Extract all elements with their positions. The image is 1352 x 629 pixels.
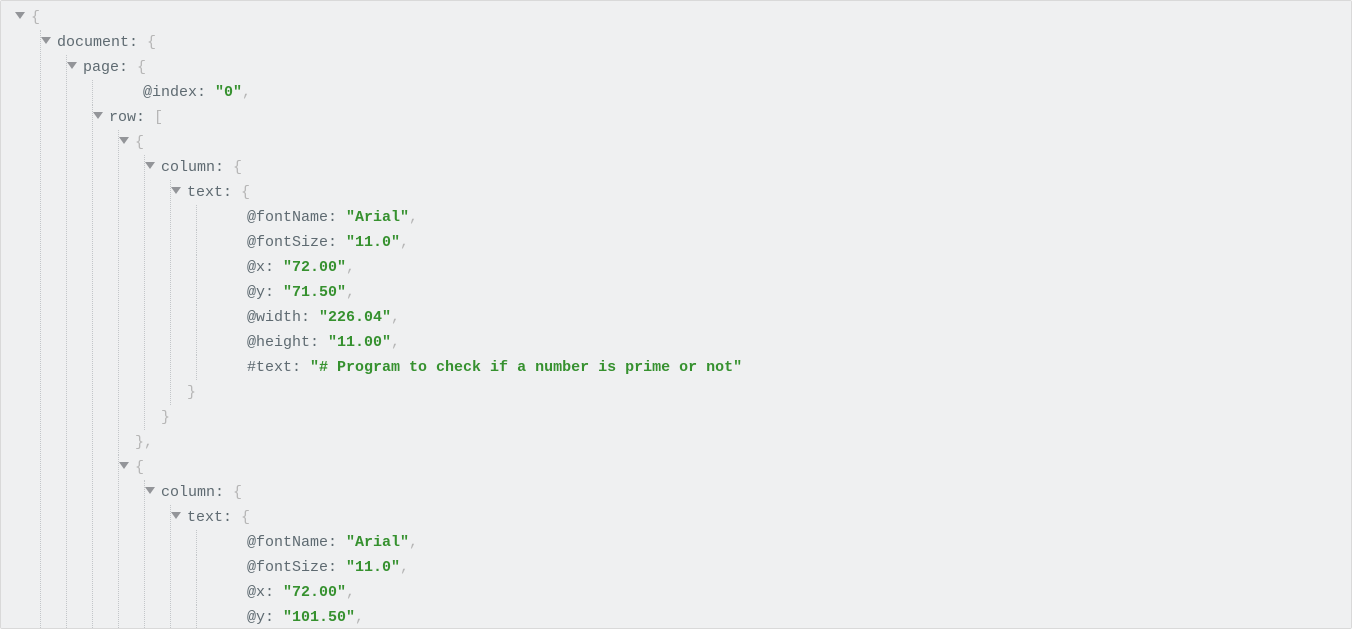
- node-column: column: {: [135, 155, 1351, 430]
- key-row[interactable]: column: {: [161, 480, 1351, 505]
- node-document: document: { page: {: [31, 30, 1351, 629]
- key-row[interactable]: row: [: [109, 105, 1351, 130]
- key-value-row[interactable]: @index: "0" ,: [109, 80, 1351, 105]
- key-value-row[interactable]: @fontSize: "11.0",: [213, 555, 1351, 580]
- leaf-index: @index: "0" ,: [83, 80, 1351, 105]
- key-row[interactable]: text: {: [187, 180, 1351, 205]
- node-text: text: { @fontName: "Arial",: [161, 180, 1351, 405]
- caret-icon[interactable]: [145, 162, 155, 169]
- brace-open[interactable]: {: [135, 130, 1351, 155]
- node-row-item-1: { column:: [109, 455, 1351, 629]
- leaf-height: @height: "11.00",: [187, 330, 1351, 355]
- caret-icon[interactable]: [119, 137, 129, 144]
- key-row[interactable]: page: {: [83, 55, 1351, 80]
- brace-close[interactable]: }: [161, 405, 1351, 430]
- key-value-row[interactable]: @height: "11.00",: [213, 330, 1351, 355]
- key-value-row[interactable]: @fontName: "Arial",: [213, 530, 1351, 555]
- leaf-y: @y: "71.50",: [187, 280, 1351, 305]
- leaf-text: #text: "# Program to check if a number i…: [187, 355, 1351, 380]
- node-text: text: { @fontName: "Arial",: [161, 505, 1351, 629]
- node-column: column: {: [135, 480, 1351, 629]
- key-value-row[interactable]: @fontName: "Arial",: [213, 205, 1351, 230]
- brace-open[interactable]: {: [31, 5, 1351, 30]
- node-row-array: row: [ {: [83, 105, 1351, 629]
- leaf-fontName: @fontName: "Arial",: [187, 205, 1351, 230]
- caret-icon[interactable]: [171, 512, 181, 519]
- key-row[interactable]: document: {: [57, 30, 1351, 55]
- key-value-row[interactable]: @fontSize: "11.0",: [213, 230, 1351, 255]
- leaf-width: @width: "226.04",: [187, 305, 1351, 330]
- node-page: page: { @index: "0": [57, 55, 1351, 629]
- key-value-row[interactable]: #text: "# Program to check if a number i…: [213, 355, 1351, 380]
- key-value-row[interactable]: @y: "101.50",: [213, 605, 1351, 629]
- json-tree-viewer[interactable]: { document: {: [0, 0, 1352, 629]
- json-tree-root: { document: {: [5, 5, 1351, 629]
- leaf-x: @x: "72.00",: [187, 255, 1351, 280]
- caret-icon[interactable]: [93, 112, 103, 119]
- leaf-fontName: @fontName: "Arial",: [187, 530, 1351, 555]
- caret-icon[interactable]: [145, 487, 155, 494]
- node-root: { document: {: [5, 5, 1351, 629]
- caret-icon[interactable]: [119, 462, 129, 469]
- leaf-x: @x: "72.00",: [187, 580, 1351, 605]
- key-row[interactable]: column: {: [161, 155, 1351, 180]
- leaf-fontSize: @fontSize: "11.0",: [187, 555, 1351, 580]
- key-row[interactable]: text: {: [187, 505, 1351, 530]
- key-value-row[interactable]: @x: "72.00",: [213, 580, 1351, 605]
- brace-open[interactable]: {: [135, 455, 1351, 480]
- caret-icon[interactable]: [41, 37, 51, 44]
- node-row-item-0: { column:: [109, 130, 1351, 455]
- leaf-fontSize: @fontSize: "11.0",: [187, 230, 1351, 255]
- key-value-row[interactable]: @x: "72.00",: [213, 255, 1351, 280]
- key-value-row[interactable]: @width: "226.04",: [213, 305, 1351, 330]
- caret-icon[interactable]: [15, 12, 25, 19]
- brace-close[interactable]: },: [135, 430, 1351, 455]
- leaf-y: @y: "101.50",: [187, 605, 1351, 629]
- caret-icon[interactable]: [67, 62, 77, 69]
- brace-close[interactable]: }: [187, 380, 1351, 405]
- caret-icon[interactable]: [171, 187, 181, 194]
- key-value-row[interactable]: @y: "71.50",: [213, 280, 1351, 305]
